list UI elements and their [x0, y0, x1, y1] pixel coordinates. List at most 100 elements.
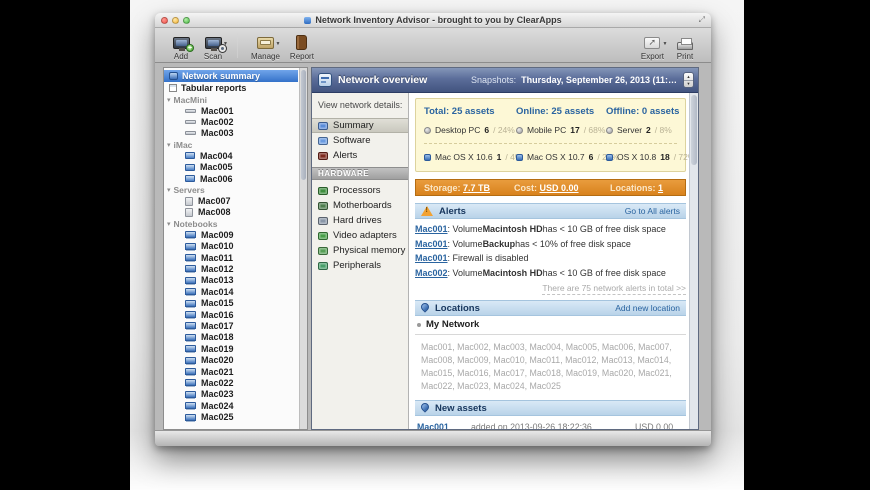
host-link[interactable]: Mac001 — [415, 239, 448, 249]
sidebar-item-mac[interactable]: Mac017 — [164, 320, 298, 331]
sidebar-item-mac[interactable]: Mac015 — [164, 297, 298, 308]
print-button[interactable]: Print — [669, 30, 701, 61]
detail-menu: View network details: Summary Software A… — [312, 93, 409, 429]
sidebar-item-mac[interactable]: Mac007 — [164, 195, 298, 206]
host-link[interactable]: Mac001 — [417, 422, 471, 429]
server-icon — [185, 196, 193, 206]
host-link[interactable]: Mac001 — [415, 253, 448, 263]
sidebar-group-macmini[interactable]: ▾ MacMini — [164, 94, 298, 105]
sidebar-item-mac[interactable]: Mac011 — [164, 252, 298, 263]
resize-icon[interactable]: ⤢ — [699, 16, 705, 24]
menu-item-video-adapters[interactable]: Video adapters — [312, 228, 408, 243]
close-button[interactable] — [161, 16, 168, 24]
scan-button[interactable]: ▼ Scan — [197, 30, 229, 61]
device-share: / 68% — [583, 125, 606, 135]
menu-item-summary[interactable]: Summary — [312, 118, 408, 133]
sidebar-item-mac[interactable]: Mac025 — [164, 411, 298, 422]
sidebar-scrollbar[interactable] — [299, 68, 307, 429]
content-scrollbar-thumb[interactable] — [691, 95, 697, 165]
disclosure-triangle-icon[interactable]: ▾ — [167, 96, 171, 104]
sidebar-item-mac[interactable]: Mac024 — [164, 400, 298, 411]
total-stat: Offline: 0 assets — [606, 106, 679, 117]
go-to-all-alerts-link[interactable]: Go to All alerts — [625, 206, 680, 216]
sidebar-item-mac[interactable]: Mac023 — [164, 389, 298, 400]
disclosure-triangle-icon[interactable]: ▾ — [167, 220, 171, 228]
dropdown-arrow-icon[interactable]: ▼ — [662, 41, 667, 47]
sidebar-item-mac[interactable]: Mac022 — [164, 377, 298, 388]
sidebar-group-servers[interactable]: ▾ Servers — [164, 184, 298, 195]
os-name: Mac OS X 10.6 — [435, 152, 493, 162]
export-button[interactable]: ▼ Export — [636, 30, 669, 61]
add-button[interactable]: + Add — [165, 30, 197, 61]
cost-value-link[interactable]: USD 0.00 — [540, 183, 579, 193]
device-stats-row: Desktop PC 6 / 24% Mobile PC 17 / 68% Se… — [424, 117, 677, 135]
dropdown-arrow-icon[interactable]: ▼ — [223, 41, 228, 47]
sidebar-item-mac[interactable]: Mac010 — [164, 241, 298, 252]
mac-label: Mac010 — [201, 241, 234, 252]
network-overview-icon — [318, 73, 332, 87]
detail-menu-heading: View network details: — [318, 100, 403, 110]
sidebar-item-mac[interactable]: Mac012 — [164, 263, 298, 274]
sidebar-item-mac[interactable]: Mac001 — [164, 105, 298, 116]
content-scrollbar[interactable] — [689, 93, 698, 429]
sidebar-item-mac[interactable]: Mac009 — [164, 229, 298, 240]
menu-item-peripherals[interactable]: Peripherals — [312, 258, 408, 273]
menu-item-hard-drives[interactable]: Hard drives — [312, 213, 408, 228]
sidebar-item-mac[interactable]: Mac018 — [164, 332, 298, 343]
sidebar-item-mac[interactable]: Mac020 — [164, 354, 298, 365]
host-link[interactable]: Mac002 — [415, 268, 448, 278]
alerts-footer-link[interactable]: There are 75 network alerts in total >> — [542, 283, 686, 295]
app-icon — [304, 17, 312, 24]
storage-value-link[interactable]: 7.7 TB — [463, 183, 490, 193]
sidebar-item-mac[interactable]: Mac006 — [164, 173, 298, 184]
motherboards-icon — [318, 201, 328, 210]
sidebar-item-mac[interactable]: Mac019 — [164, 343, 298, 354]
sidebar-group-imac[interactable]: ▾ iMac — [164, 139, 298, 150]
add-new-location-link[interactable]: Add new location — [615, 303, 680, 313]
sidebar-item-mac[interactable]: Mac014 — [164, 286, 298, 297]
sidebar-item-tabular-reports[interactable]: Tabular reports — [164, 82, 298, 94]
stepper-up-icon[interactable]: ▲ — [684, 73, 693, 81]
menu-item-processors[interactable]: Processors — [312, 183, 408, 198]
alert-row: Mac001 : Volume Backup has < 10% of free… — [415, 237, 686, 252]
alert-volume-name: Macintosh HD — [482, 267, 543, 278]
sidebar-item-mac[interactable]: Mac003 — [164, 128, 298, 139]
locations-label: Locations: — [610, 182, 656, 193]
menu-item-software[interactable]: Software — [312, 133, 408, 148]
snapshot-stepper[interactable]: ▲ ▼ — [683, 72, 694, 88]
zoom-button[interactable] — [183, 16, 190, 24]
notebook-icon — [185, 345, 196, 353]
mac-label: Mac025 — [201, 412, 234, 423]
mac-label: Mac006 — [200, 173, 233, 184]
sidebar-item-mac[interactable]: Mac005 — [164, 162, 298, 173]
locations-section-header: Locations Add new location — [415, 300, 686, 316]
stepper-down-icon[interactable]: ▼ — [684, 81, 693, 88]
sidebar-item-mac[interactable]: Mac016 — [164, 309, 298, 320]
notebook-icon — [185, 299, 196, 307]
network-group-row[interactable]: My Network — [415, 316, 686, 335]
minimize-button[interactable] — [172, 16, 179, 24]
sidebar-item-mac[interactable]: Mac004 — [164, 150, 298, 161]
sidebar-item-mac[interactable]: Mac013 — [164, 275, 298, 286]
mac-label: Mac018 — [201, 332, 234, 343]
notebook-icon — [185, 413, 196, 421]
summary-icon — [318, 121, 328, 130]
dropdown-arrow-icon[interactable]: ▼ — [276, 41, 281, 47]
host-link[interactable]: Mac001 — [415, 224, 448, 234]
manage-button[interactable]: ▼ Manage — [246, 30, 285, 61]
sidebar-item-mac[interactable]: Mac021 — [164, 366, 298, 377]
sidebar-item-network-summary[interactable]: Network summary — [164, 70, 298, 82]
sidebar-item-mac[interactable]: Mac008 — [164, 207, 298, 218]
alerts-footer[interactable]: There are 75 network alerts in total >> — [415, 283, 686, 295]
sidebar-item-label: Network summary — [182, 71, 261, 81]
sidebar-scrollbar-thumb[interactable] — [301, 70, 306, 180]
menu-item-motherboards[interactable]: Motherboards — [312, 198, 408, 213]
menu-item-physical-memory[interactable]: Physical memory — [312, 243, 408, 258]
locations-value-link[interactable]: 1 — [658, 183, 663, 193]
disclosure-triangle-icon[interactable]: ▾ — [167, 186, 171, 194]
menu-item-alerts[interactable]: Alerts — [312, 148, 408, 163]
sidebar-item-mac[interactable]: Mac002 — [164, 116, 298, 127]
disclosure-triangle-icon[interactable]: ▾ — [167, 141, 171, 149]
report-button[interactable]: Report — [285, 30, 319, 61]
sidebar-group-notebooks[interactable]: ▾ Notebooks — [164, 218, 298, 229]
